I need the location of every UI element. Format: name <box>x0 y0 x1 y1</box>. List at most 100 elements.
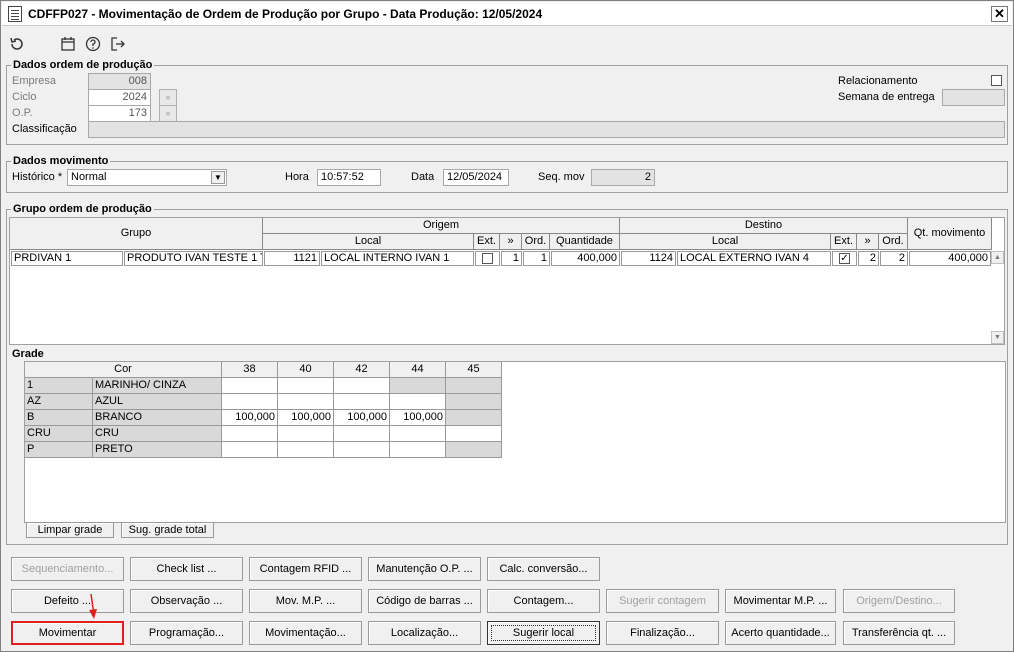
historico-value: Normal <box>71 171 107 183</box>
grade-qty-cell[interactable] <box>334 394 390 410</box>
origem-destino-button[interactable]: Origem/Destino... <box>843 589 955 613</box>
document-icon <box>8 5 22 22</box>
sugerir-contagem-button[interactable]: Sugerir contagem <box>606 589 719 613</box>
origem-local-header: Local <box>263 234 474 250</box>
grade-qty-cell[interactable] <box>222 442 278 458</box>
semana-entrega-field <box>942 89 1005 106</box>
destino-ext-header: Ext. <box>831 234 857 250</box>
grupo-desc-cell[interactable]: PRODUTO IVAN TESTE 1 TESTE <box>124 251 263 266</box>
exit-icon[interactable] <box>109 36 127 54</box>
op-field[interactable]: 173 <box>88 105 151 122</box>
origem-arrow-cell[interactable]: 1 <box>501 251 522 266</box>
grade-qty-cell[interactable] <box>278 394 334 410</box>
acerto-quantidade-button[interactable]: Acerto quantidade... <box>725 621 836 645</box>
grupo-ordem-title: Grupo ordem de produção <box>11 202 154 216</box>
grade-qty-cell[interactable] <box>390 394 446 410</box>
origem-quantidade-cell[interactable]: 400,000 <box>551 251 620 266</box>
grade-qty-cell[interactable] <box>446 426 502 442</box>
calendar-icon[interactable] <box>59 36 77 54</box>
data-field[interactable]: 12/05/2024 <box>443 169 509 186</box>
destino-local-code-cell[interactable]: 1124 <box>621 251 676 266</box>
grade-qty-cell[interactable] <box>222 394 278 410</box>
color-code-cell: AZ <box>25 394 93 410</box>
color-name-cell: MARINHO/ CINZA <box>93 378 222 394</box>
destino-arrow-header: » <box>857 234 879 250</box>
grade-qty-cell[interactable] <box>334 442 390 458</box>
origem-ext-cell[interactable] <box>475 251 500 266</box>
finalizacao-button[interactable]: Finalização... <box>606 621 719 645</box>
destino-local-name-cell[interactable]: LOCAL EXTERNO IVAN 4 <box>677 251 831 266</box>
color-name-cell: CRU <box>93 426 222 442</box>
grade-qty-cell[interactable] <box>222 426 278 442</box>
movimentar-mp-button[interactable]: Movimentar M.P. ... <box>725 589 836 613</box>
contagem-button[interactable]: Contagem... <box>487 589 600 613</box>
grade-qty-cell[interactable]: 100,000 <box>222 410 278 426</box>
empresa-field: 008 <box>88 73 151 90</box>
observacao-button[interactable]: Observação ... <box>130 589 243 613</box>
color-code-cell: B <box>25 410 93 426</box>
sugerir-local-button[interactable]: Sugerir local <box>487 621 600 645</box>
undo-icon[interactable] <box>8 36 26 54</box>
mov-mp-button[interactable]: Mov. M.P. ... <box>249 589 362 613</box>
programacao-button[interactable]: Programação... <box>130 621 243 645</box>
grade-qty-cell[interactable] <box>390 426 446 442</box>
calc-conversao-button[interactable]: Calc. conversão... <box>487 557 600 581</box>
origem-local-code-cell[interactable]: 1121 <box>264 251 320 266</box>
destino-ext-cell[interactable]: ✓ <box>832 251 857 266</box>
historico-label: Histórico * <box>12 171 63 183</box>
color-code-cell: P <box>25 442 93 458</box>
sequenciamento-button[interactable]: Sequenciamento... <box>11 557 124 581</box>
close-button[interactable]: ✕ <box>991 6 1008 22</box>
destino-ext-checkbox[interactable]: ✓ <box>839 253 850 264</box>
main-window: CDFFP027 - Movimentação de Ordem de Prod… <box>0 0 1014 652</box>
grade-qty-cell[interactable]: 100,000 <box>390 410 446 426</box>
chevron-down-icon[interactable]: ▼ <box>211 171 225 184</box>
grade-table: Cor 38 40 42 44 45 1 MARINHO/ CINZA AZ A… <box>24 361 1006 523</box>
origem-ord-header: Ord. <box>522 234 550 250</box>
destino-arrow-cell[interactable]: 2 <box>858 251 879 266</box>
ciclo-field[interactable]: 2024 <box>88 89 151 106</box>
arrow-down-icon <box>89 593 97 619</box>
defeito-button[interactable]: Defeito ... <box>11 589 124 613</box>
qt-movimento-cell[interactable]: 400,000 <box>909 251 991 266</box>
grade-qty-cell[interactable]: 100,000 <box>278 410 334 426</box>
grade-qty-cell[interactable] <box>334 426 390 442</box>
seq-mov-field: 2 <box>591 169 655 186</box>
historico-select[interactable]: Normal ▼ <box>67 169 227 186</box>
destino-ord-cell[interactable]: 2 <box>880 251 908 266</box>
relacionamento-checkbox[interactable] <box>991 75 1002 86</box>
grupo-code-cell[interactable]: PRDIVAN 1 <box>11 251 123 266</box>
scroll-up-icon[interactable]: ▲ <box>991 251 1004 264</box>
origem-local-name-cell[interactable]: LOCAL INTERNO IVAN 1 <box>321 251 474 266</box>
origem-ord-cell[interactable]: 1 <box>523 251 550 266</box>
toolbar <box>2 28 1012 60</box>
movimentacao-button[interactable]: Movimentação... <box>249 621 362 645</box>
grade-qty-cell[interactable] <box>278 378 334 394</box>
limpar-grade-button[interactable]: Limpar grade <box>26 522 114 538</box>
manutencao-op-button[interactable]: Manutenção O.P. ... <box>368 557 481 581</box>
transferencia-qt-button[interactable]: Transferência qt. ... <box>843 621 955 645</box>
grade-qty-cell[interactable] <box>334 378 390 394</box>
data-label: Data <box>411 171 435 183</box>
hora-label: Hora <box>285 171 309 183</box>
movimentar-button[interactable]: Movimentar <box>11 621 124 645</box>
hora-field[interactable]: 10:57:52 <box>317 169 381 186</box>
origem-ext-checkbox[interactable] <box>482 253 493 264</box>
codigo-barras-button[interactable]: Código de barras ... <box>368 589 481 613</box>
grade-qty-cell[interactable]: 100,000 <box>334 410 390 426</box>
help-icon[interactable] <box>84 36 102 54</box>
op-lookup-button[interactable]: » <box>159 105 177 122</box>
color-name-cell: BRANCO <box>93 410 222 426</box>
sugerir-grade-total-button[interactable]: Sug. grade total <box>121 522 214 538</box>
grade-qty-cell[interactable] <box>278 426 334 442</box>
ciclo-lookup-button[interactable]: » <box>159 89 177 106</box>
localizacao-button[interactable]: Localização... <box>368 621 481 645</box>
grade-qty-cell[interactable] <box>222 378 278 394</box>
contagem-rfid-button[interactable]: Contagem RFID ... <box>249 557 362 581</box>
origem-quantidade-header: Quantidade <box>550 234 620 250</box>
grade-qty-cell[interactable] <box>278 442 334 458</box>
check-list-button[interactable]: Check list ... <box>130 557 243 581</box>
grade-qty-cell[interactable] <box>390 442 446 458</box>
scroll-down-icon[interactable]: ▼ <box>991 331 1004 344</box>
grade-qty-cell <box>446 394 502 410</box>
